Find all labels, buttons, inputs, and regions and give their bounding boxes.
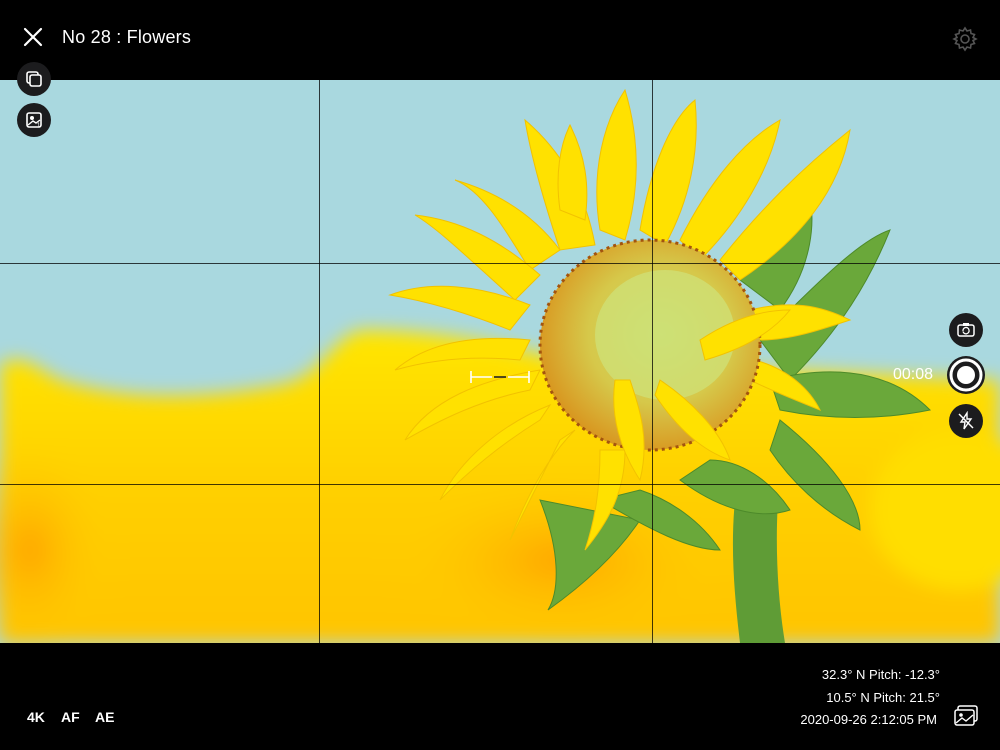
grid-line-vertical-1 [319,80,320,643]
camera-flip-icon [957,323,975,337]
flash-toggle-button[interactable] [949,404,983,438]
gallery-icon [954,705,978,726]
level-indicator [470,371,530,383]
top-bar: No 28 : Flowers [0,0,1000,80]
record-button[interactable] [947,356,985,394]
grid-line-horizontal-2 [0,484,1000,485]
close-icon [23,27,43,47]
close-button[interactable] [20,24,46,50]
grid-line-horizontal-1 [0,263,1000,264]
camera-flip-button[interactable] [949,313,983,347]
record-icon [949,358,983,392]
autofocus-toggle[interactable]: AF [61,709,80,725]
gallery-button[interactable] [953,704,979,728]
sunflower-scene [0,80,1000,643]
autoexposure-toggle[interactable]: AE [95,709,114,725]
resolution-4k-toggle[interactable]: 4K [27,709,45,725]
gear-icon [952,26,978,52]
recording-timer: 00:08 [893,366,934,383]
photo-badge-icon: 1 [26,112,42,129]
sensor-reading-2: 10.5° N Pitch: 21.5° [826,690,940,705]
camera-viewfinder[interactable] [0,80,1000,643]
copy-button[interactable] [17,62,51,96]
settings-button[interactable] [952,26,978,52]
copy-icon [26,71,42,87]
page-title: No 28 : Flowers [62,27,192,47]
grid-line-vertical-2 [652,80,653,643]
flash-off-icon [958,411,974,430]
photo-badge-button[interactable]: 1 [17,103,51,137]
capture-timestamp: 2020-09-26 2:12:05 PM [800,712,937,727]
sensor-reading-1: 32.3° N Pitch: -12.3° [821,667,940,682]
